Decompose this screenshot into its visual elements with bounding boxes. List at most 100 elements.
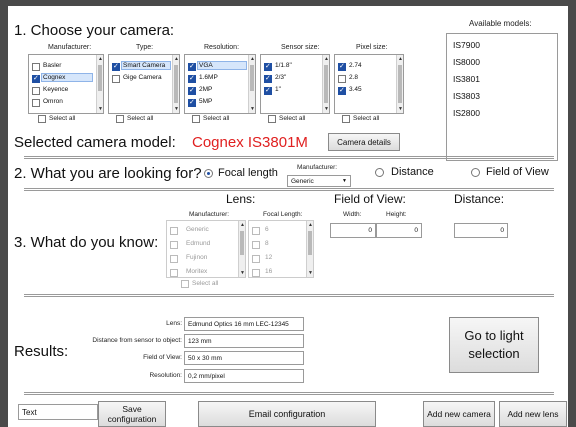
manufacturer-checkbox-basler[interactable]: [32, 63, 40, 71]
text-input[interactable]: Text: [18, 404, 98, 420]
focal-length-item[interactable]: 6: [265, 226, 269, 233]
resolution-item[interactable]: 1.6MP: [199, 74, 218, 81]
manufacturer-select-all-checkbox[interactable]: [38, 115, 46, 123]
lens-manufacturer-checkbox[interactable]: [170, 241, 178, 249]
sensor-item[interactable]: 1": [275, 86, 281, 93]
available-models-list[interactable]: IS7900 IS8000 IS3801 IS3803 IS2800: [446, 33, 558, 161]
focal-length-checkbox[interactable]: [252, 255, 260, 263]
fov-height-input[interactable]: 0: [376, 223, 422, 238]
model-item[interactable]: IS7900: [453, 40, 480, 50]
manufacturer-checkbox-omron[interactable]: [32, 99, 40, 107]
type-checkbox-gige[interactable]: [112, 75, 120, 83]
resolution-checkbox-1-6mp[interactable]: [188, 74, 196, 83]
distance-input[interactable]: 0: [454, 223, 508, 238]
focal-length-list[interactable]: 6 8 12 16 ▲ ▼: [248, 220, 314, 278]
go-to-light-selection-button[interactable]: Go to light selection: [449, 317, 539, 373]
lens-manufacturer-checkbox[interactable]: [170, 255, 178, 263]
pixel-item[interactable]: 3.45: [349, 86, 362, 93]
type-scrollbar[interactable]: ▲ ▼: [172, 55, 179, 113]
lens-manufacturer-list[interactable]: Generic Edmund Fujinon Moritex ▲ ▼: [166, 220, 246, 278]
save-configuration-button[interactable]: Save configuration: [98, 401, 166, 427]
scroll-up-icon[interactable]: ▲: [173, 56, 180, 62]
focal-length-scrollbar[interactable]: ▲ ▼: [306, 221, 313, 277]
resolution-list[interactable]: VGA 1.6MP 2MP 5MP ▲ ▼: [184, 54, 256, 114]
manufacturer-scrollbar[interactable]: ▲ ▼: [96, 55, 103, 113]
scroll-down-icon[interactable]: ▼: [97, 106, 104, 112]
pixel-item[interactable]: 2.74: [349, 62, 362, 69]
sensor-select-all-checkbox[interactable]: [268, 115, 276, 123]
camera-details-button[interactable]: Camera details: [328, 133, 400, 151]
pixel-item[interactable]: 2.8: [349, 74, 358, 81]
lens-manufacturer-item[interactable]: Edmund: [186, 240, 210, 247]
type-list[interactable]: Smart Camera Gige Camera ▲ ▼: [108, 54, 180, 114]
sensor-item[interactable]: 2/3": [275, 74, 286, 81]
pixel-checkbox[interactable]: [338, 62, 346, 71]
resolution-select-all-checkbox[interactable]: [192, 115, 200, 123]
focal-length-item[interactable]: 12: [265, 254, 272, 261]
lens-manufacturer-item[interactable]: Generic: [186, 226, 209, 233]
resolution-item[interactable]: 5MP: [199, 98, 212, 105]
focal-length-checkbox[interactable]: [252, 227, 260, 235]
distance-radio[interactable]: [375, 168, 384, 177]
scroll-up-icon[interactable]: ▲: [239, 222, 246, 228]
manufacturer-item[interactable]: Keyence: [43, 86, 68, 93]
manufacturer-dropdown[interactable]: Generic ▼: [287, 175, 351, 187]
lens-manufacturer-item[interactable]: Moritex: [186, 268, 207, 275]
field-of-view-radio[interactable]: [471, 168, 480, 177]
sensor-item[interactable]: 1/1.8": [275, 62, 292, 69]
manufacturer-checkbox-keyence[interactable]: [32, 87, 40, 95]
resolution-item[interactable]: 2MP: [199, 86, 212, 93]
type-select-all-checkbox[interactable]: [116, 115, 124, 123]
scroll-down-icon[interactable]: ▼: [239, 270, 246, 276]
focal-length-radio[interactable]: [204, 169, 213, 178]
field-of-view-option-label[interactable]: Field of View: [486, 166, 549, 178]
resolution-checkbox-vga[interactable]: [188, 62, 196, 71]
fov-width-input[interactable]: 0: [330, 223, 376, 238]
lens-manufacturer-scrollbar[interactable]: ▲ ▼: [238, 221, 245, 277]
sensor-checkbox[interactable]: [264, 62, 272, 71]
scroll-down-icon[interactable]: ▼: [323, 106, 330, 112]
scroll-down-icon[interactable]: ▼: [307, 270, 314, 276]
manufacturer-item[interactable]: Omron: [43, 98, 63, 105]
model-item[interactable]: IS3803: [453, 91, 480, 101]
model-item[interactable]: IS2800: [453, 108, 480, 118]
scroll-up-icon[interactable]: ▲: [397, 56, 404, 62]
model-item[interactable]: IS3801: [453, 74, 480, 84]
focal-length-checkbox[interactable]: [252, 269, 260, 277]
focal-length-item[interactable]: 16: [265, 268, 272, 275]
scroll-down-icon[interactable]: ▼: [173, 106, 180, 112]
add-new-camera-button[interactable]: Add new camera: [423, 401, 495, 427]
scroll-down-icon[interactable]: ▼: [249, 106, 256, 112]
resolution-scrollbar[interactable]: ▲ ▼: [248, 55, 255, 113]
lens-select-all-checkbox[interactable]: [181, 280, 189, 288]
type-checkbox-smart[interactable]: [112, 62, 120, 71]
manufacturer-list[interactable]: Basler Cognex Keyence Omron ▲ ▼: [28, 54, 104, 114]
resolution-item-selected[interactable]: VGA: [197, 61, 247, 70]
scroll-down-icon[interactable]: ▼: [397, 106, 404, 112]
scroll-up-icon[interactable]: ▲: [323, 56, 330, 62]
type-item[interactable]: Gige Camera: [123, 74, 162, 81]
manufacturer-checkbox-cognex[interactable]: [32, 74, 40, 83]
sensor-checkbox[interactable]: [264, 86, 272, 95]
pixel-select-all-checkbox[interactable]: [342, 115, 350, 123]
model-item[interactable]: IS8000: [453, 57, 480, 67]
manufacturer-item-selected[interactable]: Cognex: [41, 73, 93, 82]
scroll-up-icon[interactable]: ▲: [97, 56, 104, 62]
add-new-lens-button[interactable]: Add new lens: [499, 401, 567, 427]
resolution-checkbox-5mp[interactable]: [188, 98, 196, 107]
manufacturer-item[interactable]: Basler: [43, 62, 61, 69]
sensor-checkbox[interactable]: [264, 74, 272, 83]
focal-length-option-label[interactable]: Focal length: [218, 167, 278, 179]
scroll-up-icon[interactable]: ▲: [249, 56, 256, 62]
lens-manufacturer-item[interactable]: Fujinon: [186, 254, 207, 261]
pixel-checkbox[interactable]: [338, 75, 346, 83]
pixel-size-list[interactable]: 2.74 2.8 3.45 ▲ ▼: [334, 54, 404, 114]
scroll-up-icon[interactable]: ▲: [307, 222, 314, 228]
resolution-checkbox-2mp[interactable]: [188, 86, 196, 95]
type-item-selected[interactable]: Smart Camera: [121, 61, 171, 70]
focal-length-item[interactable]: 8: [265, 240, 269, 247]
sensor-size-scrollbar[interactable]: ▲ ▼: [322, 55, 329, 113]
email-configuration-button[interactable]: Email configuration: [198, 401, 376, 427]
focal-length-checkbox[interactable]: [252, 241, 260, 249]
distance-option-label[interactable]: Distance: [391, 166, 434, 178]
